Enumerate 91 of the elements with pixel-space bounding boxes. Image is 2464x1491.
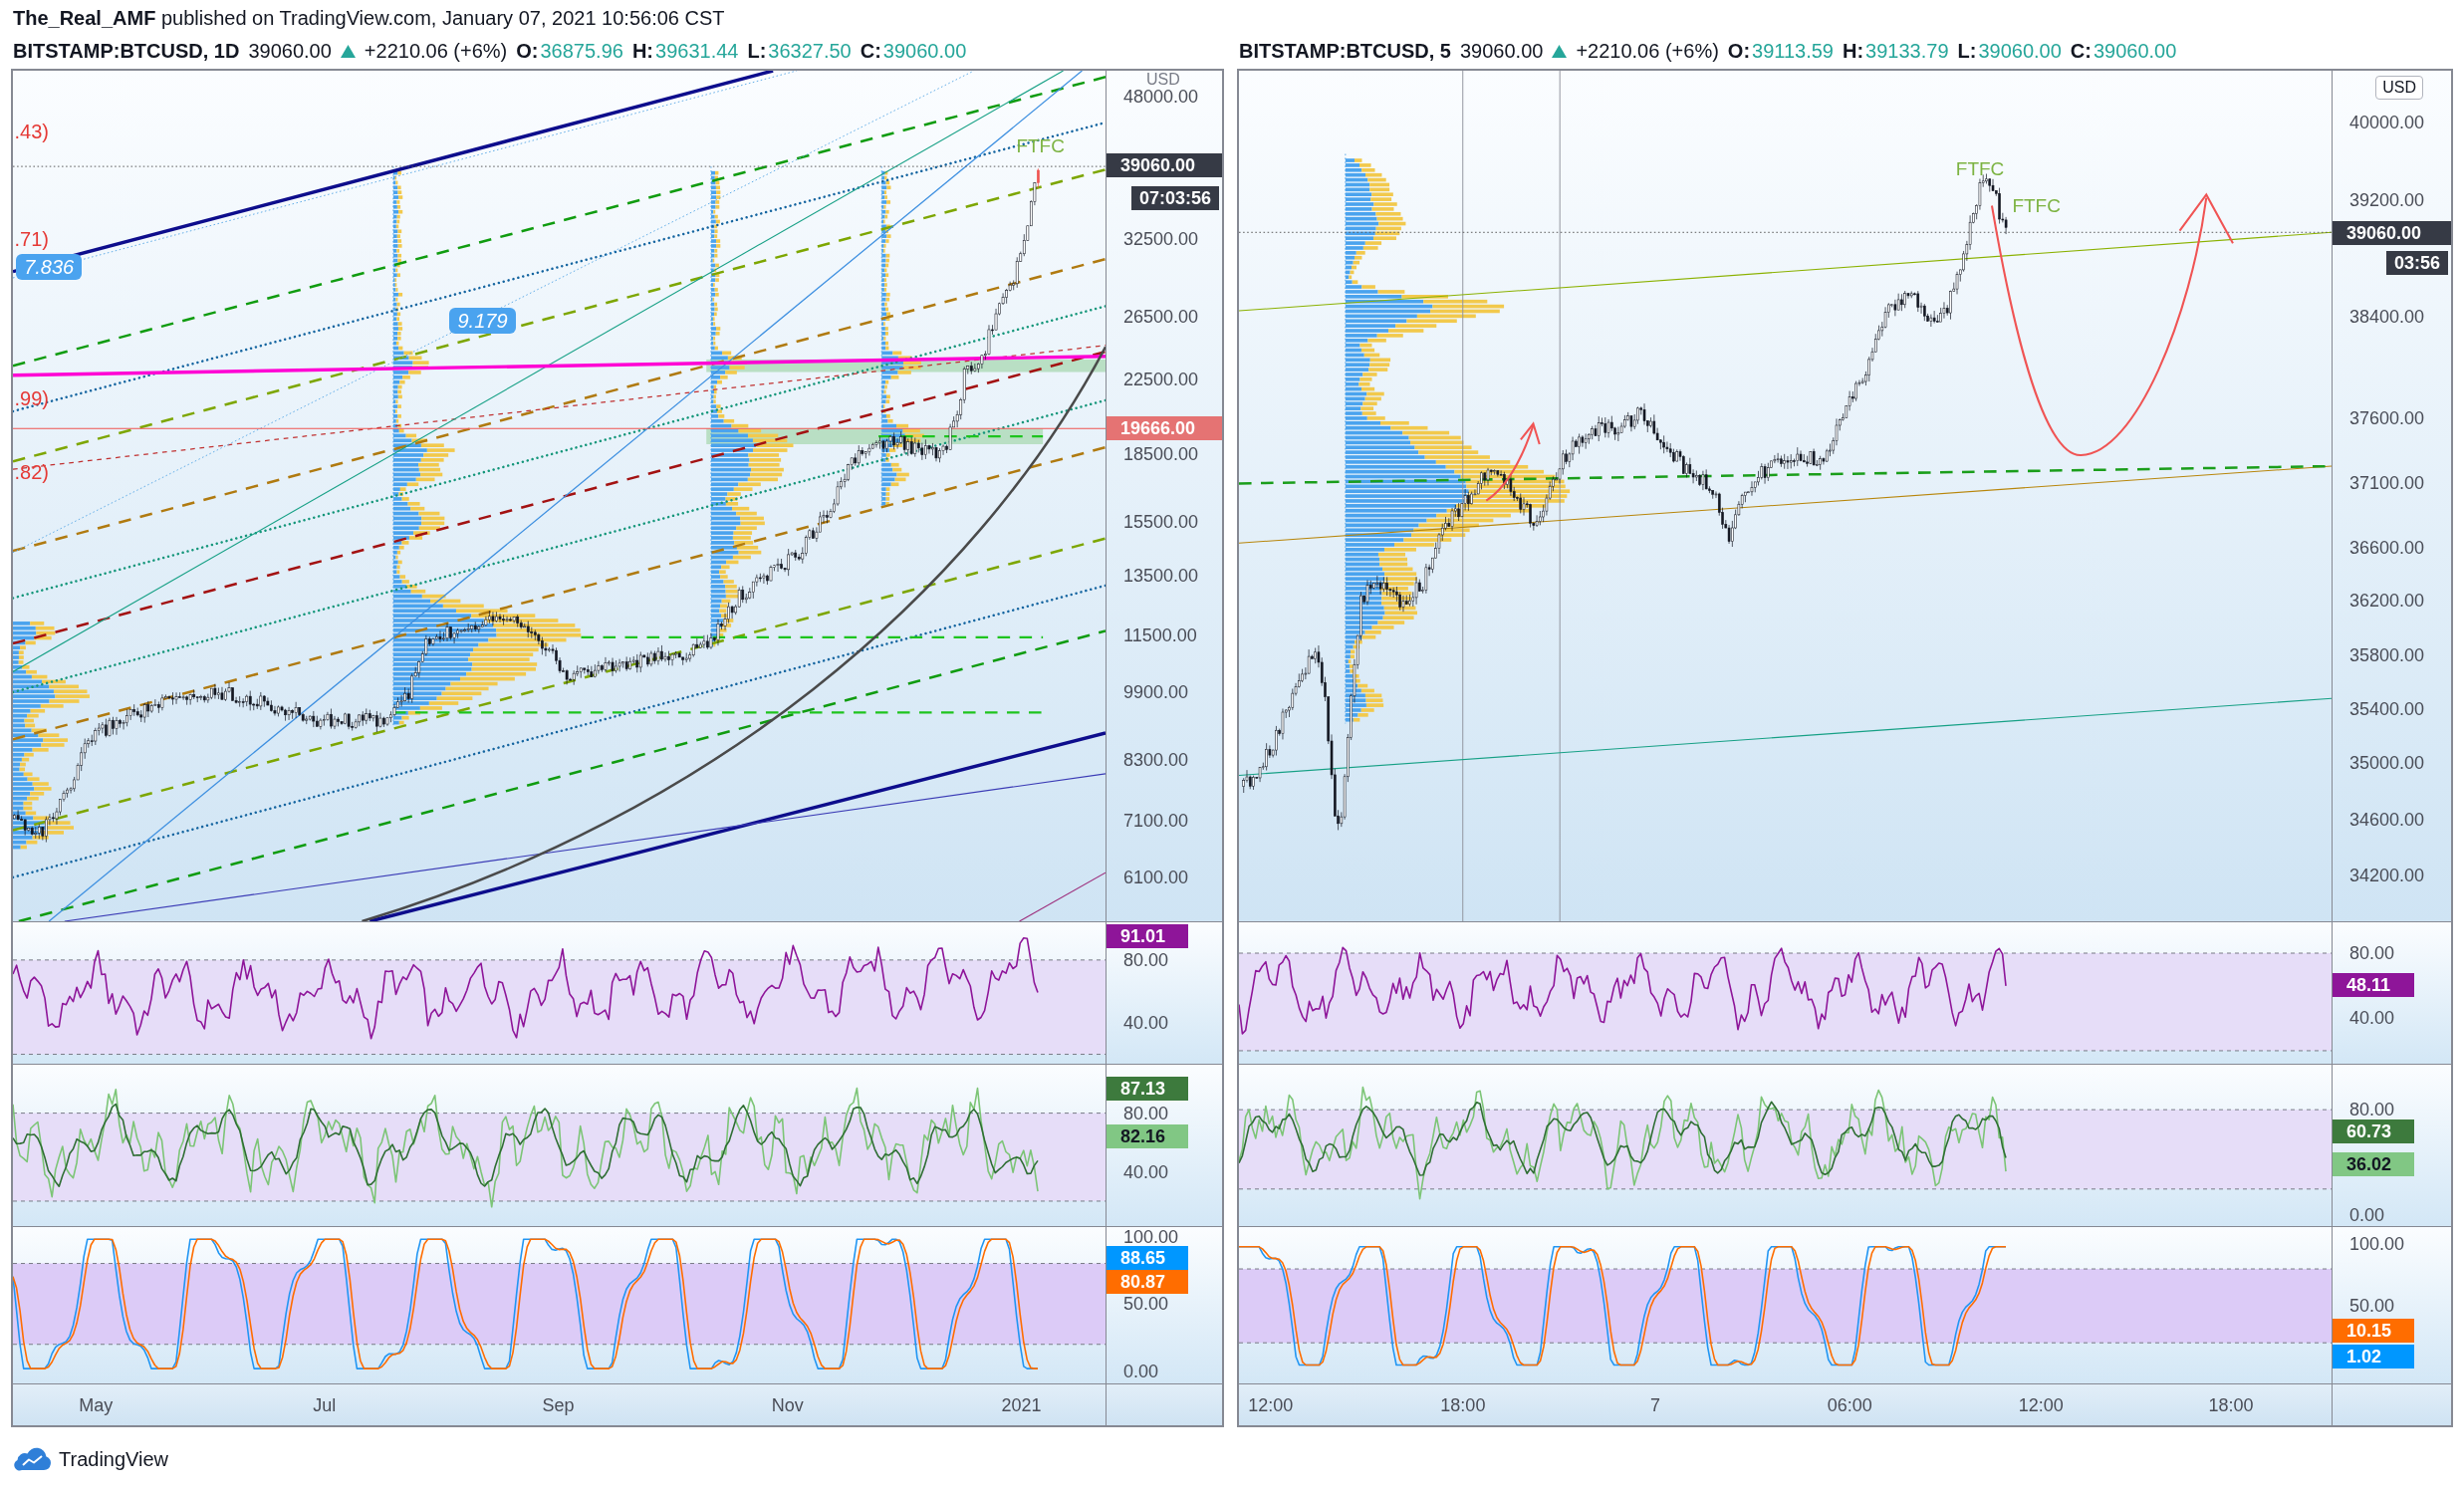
signal-label: FTFC bbox=[1016, 135, 1065, 156]
axis-tick-label: 50.00 bbox=[1123, 1295, 1169, 1314]
countdown-badge: 07:03:56 bbox=[1130, 186, 1219, 210]
axis-tick-label: 50.00 bbox=[2349, 1297, 2395, 1315]
ohlc-value: O:39113.59 bbox=[1727, 40, 1834, 63]
price-change: +2210.06 (+6%) bbox=[1576, 40, 1719, 63]
axis-tick-label: 0.00 bbox=[1123, 1362, 1159, 1380]
value-callout: 7.836 bbox=[16, 253, 83, 280]
countdown-badge: 03:56 bbox=[2385, 251, 2448, 275]
publish-caption: The_Real_AMF published on TradingView.com, January 07, 2021 10:56:06 CST bbox=[12, 6, 725, 31]
axis-tick-label: 80.00 bbox=[1123, 950, 1169, 969]
time-axis-label: 12:00 bbox=[1248, 1394, 1294, 1415]
axis-tick-label: 40.00 bbox=[1123, 1014, 1169, 1032]
axis-tick-label: 7100.00 bbox=[1123, 812, 1189, 830]
axis-tick-label: 6100.00 bbox=[1123, 869, 1189, 886]
axis-tick-label: 40.00 bbox=[1123, 1162, 1169, 1181]
drawing-note: .82) bbox=[14, 461, 50, 484]
time-axis-label: Jul bbox=[313, 1394, 337, 1415]
axis-tick-label: 9900.00 bbox=[1123, 683, 1189, 701]
symbol-title: BITSTAMP:BTCUSD, 5 bbox=[1239, 40, 1451, 63]
axis-tick-label: 18500.00 bbox=[1123, 445, 1199, 463]
axis-tick-label: 35000.00 bbox=[2349, 754, 2425, 772]
indicator-value-badge: 1.02 bbox=[2333, 1345, 2414, 1368]
price-badge: 39060.00 bbox=[2333, 221, 2451, 245]
axis-tick-label: 36600.00 bbox=[2349, 539, 2425, 557]
time-axis-label: 2021 bbox=[1001, 1394, 1042, 1415]
axis-tick-label: 40000.00 bbox=[2349, 114, 2425, 131]
symbol-title: BITSTAMP:BTCUSD, 1D bbox=[13, 40, 240, 63]
axis-tick-label: 8300.00 bbox=[1123, 751, 1189, 769]
time-axis-label: 7 bbox=[1649, 1394, 1660, 1415]
time-axis-label: 18:00 bbox=[1440, 1394, 1486, 1415]
axis-tick-label: 35400.00 bbox=[2349, 700, 2425, 718]
indicator-value-badge: 82.16 bbox=[1107, 1124, 1188, 1148]
axis-tick-label: 13500.00 bbox=[1123, 567, 1199, 585]
price-badge: 19666.00 bbox=[1107, 416, 1222, 440]
axis-tick-label: 22500.00 bbox=[1123, 371, 1199, 388]
axis-tick-label: 48000.00 bbox=[1123, 88, 1199, 106]
value-callout: 9.179 bbox=[449, 307, 516, 334]
axis-tick-label: 38400.00 bbox=[2349, 308, 2425, 326]
axis-tick-label: 0.00 bbox=[2349, 1206, 2385, 1225]
currency-label: USD bbox=[2375, 76, 2423, 100]
axis-tick-label: 80.00 bbox=[2349, 1101, 2395, 1119]
axis-tick-label: 26500.00 bbox=[1123, 308, 1199, 326]
axis-tick-label: 100.00 bbox=[2349, 1235, 2405, 1254]
axis-tick-label: 39200.00 bbox=[2349, 191, 2425, 209]
indicator-value-badge: 87.13 bbox=[1107, 1077, 1188, 1101]
ohlc-value: C:39060.00 bbox=[860, 40, 967, 63]
indicator-value-badge: 60.73 bbox=[2333, 1119, 2414, 1143]
axis-tick-label: 37600.00 bbox=[2349, 409, 2425, 427]
axis-tick-label: 35800.00 bbox=[2349, 646, 2425, 664]
indicator-value-badge: 91.01 bbox=[1107, 924, 1188, 948]
time-axis-label: Nov bbox=[771, 1394, 804, 1415]
signal-label: FTFC bbox=[2012, 195, 2061, 216]
time-axis-label: 18:00 bbox=[2208, 1394, 2254, 1415]
ohlc-value: O:36875.96 bbox=[516, 40, 623, 63]
axis-tick-label: 34600.00 bbox=[2349, 811, 2425, 829]
ohlc-value: H:39133.79 bbox=[1843, 40, 1949, 63]
ohlc-value: C:39060.00 bbox=[2070, 40, 2177, 63]
time-axis-label: 12:00 bbox=[2018, 1394, 2064, 1415]
axis-tick-label: 11500.00 bbox=[1123, 626, 1197, 644]
price-change: +2210.06 (+6%) bbox=[364, 40, 508, 63]
axis-tick-label: 80.00 bbox=[2349, 944, 2395, 962]
currency-label: USD bbox=[1146, 72, 1180, 88]
time-axis-label: Sep bbox=[542, 1394, 575, 1415]
drawing-note: .43) bbox=[14, 121, 50, 143]
axis-tick-label: 34200.00 bbox=[2349, 867, 2425, 884]
axis-tick-label: 36200.00 bbox=[2349, 592, 2425, 610]
last-price: 39060.00 bbox=[248, 40, 332, 63]
cloud-logo-icon bbox=[13, 1447, 53, 1471]
time-axis-label: 06:00 bbox=[1827, 1394, 1872, 1415]
ohlc-value: L:36327.50 bbox=[747, 40, 852, 63]
indicator-value-badge: 80.87 bbox=[1107, 1270, 1188, 1294]
last-price: 39060.00 bbox=[1459, 40, 1544, 63]
indicator-value-badge: 36.02 bbox=[2333, 1152, 2414, 1176]
price-badge: 39060.00 bbox=[1107, 153, 1222, 177]
drawing-note: .99) bbox=[14, 387, 50, 410]
indicator-value-badge: 48.11 bbox=[2333, 973, 2414, 997]
brand-name: TradingView bbox=[59, 1447, 169, 1471]
axis-tick-label: 15500.00 bbox=[1123, 513, 1199, 531]
axis-tick-label: 32500.00 bbox=[1123, 230, 1199, 248]
drawing-note: .71) bbox=[14, 227, 50, 250]
ohlc-value: H:39631.44 bbox=[631, 40, 739, 63]
axis-tick-label: 40.00 bbox=[2349, 1009, 2395, 1028]
indicator-value-badge: 88.65 bbox=[1107, 1246, 1188, 1270]
ohlc-value: L:39060.00 bbox=[1957, 40, 2062, 63]
axis-tick-label: 80.00 bbox=[1123, 1104, 1169, 1122]
indicator-value-badge: 10.15 bbox=[2333, 1319, 2414, 1343]
axis-tick-label: 100.00 bbox=[1123, 1227, 1179, 1246]
time-axis-label: May bbox=[79, 1394, 114, 1415]
signal-label: FTFC bbox=[1955, 159, 2005, 180]
axis-tick-label: 37100.00 bbox=[2349, 474, 2425, 492]
